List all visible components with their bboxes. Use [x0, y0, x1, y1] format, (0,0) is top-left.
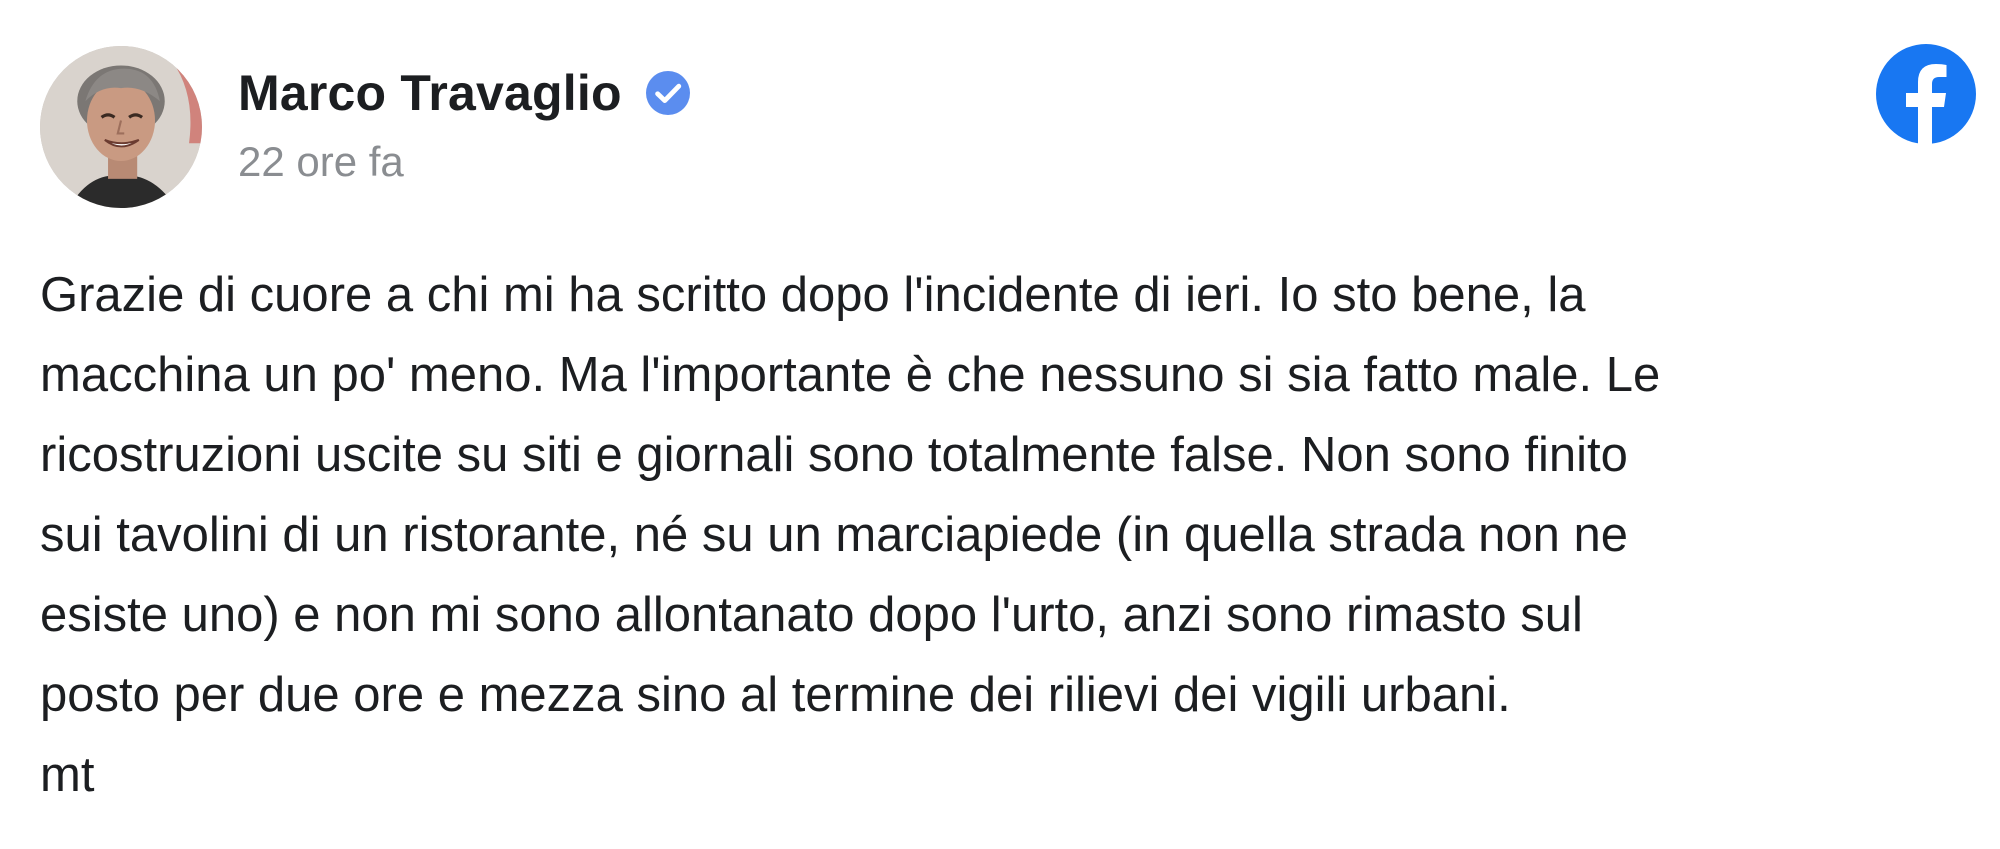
verified-badge-icon: [644, 69, 692, 117]
facebook-logo-icon[interactable]: [1876, 44, 1976, 144]
avatar-photo: [40, 46, 202, 208]
post-text-line: posto per due ore e mezza sino al termin…: [40, 668, 1511, 722]
post-signature: mt: [40, 748, 95, 802]
post-text-line: sui tavolini di un ristorante, né su un …: [40, 508, 1629, 562]
post-text-line: macchina un po' meno. Ma l'importante è …: [40, 348, 1661, 402]
author-avatar[interactable]: [40, 46, 202, 208]
post-body: Grazie di cuore a chi mi ha scritto dopo…: [40, 255, 1970, 815]
facebook-post-card: Marco Travaglio 22 ore fa Grazie di cuor…: [0, 0, 2000, 849]
author-name[interactable]: Marco Travaglio: [238, 64, 622, 122]
post-timestamp[interactable]: 22 ore fa: [238, 138, 404, 186]
post-text-line: Grazie di cuore a chi mi ha scritto dopo…: [40, 268, 1586, 322]
post-text-line: esiste uno) e non mi sono allontanato do…: [40, 588, 1583, 642]
post-text-line: ricostruzioni uscite su siti e giornali …: [40, 428, 1628, 482]
author-header: Marco Travaglio: [238, 62, 692, 124]
